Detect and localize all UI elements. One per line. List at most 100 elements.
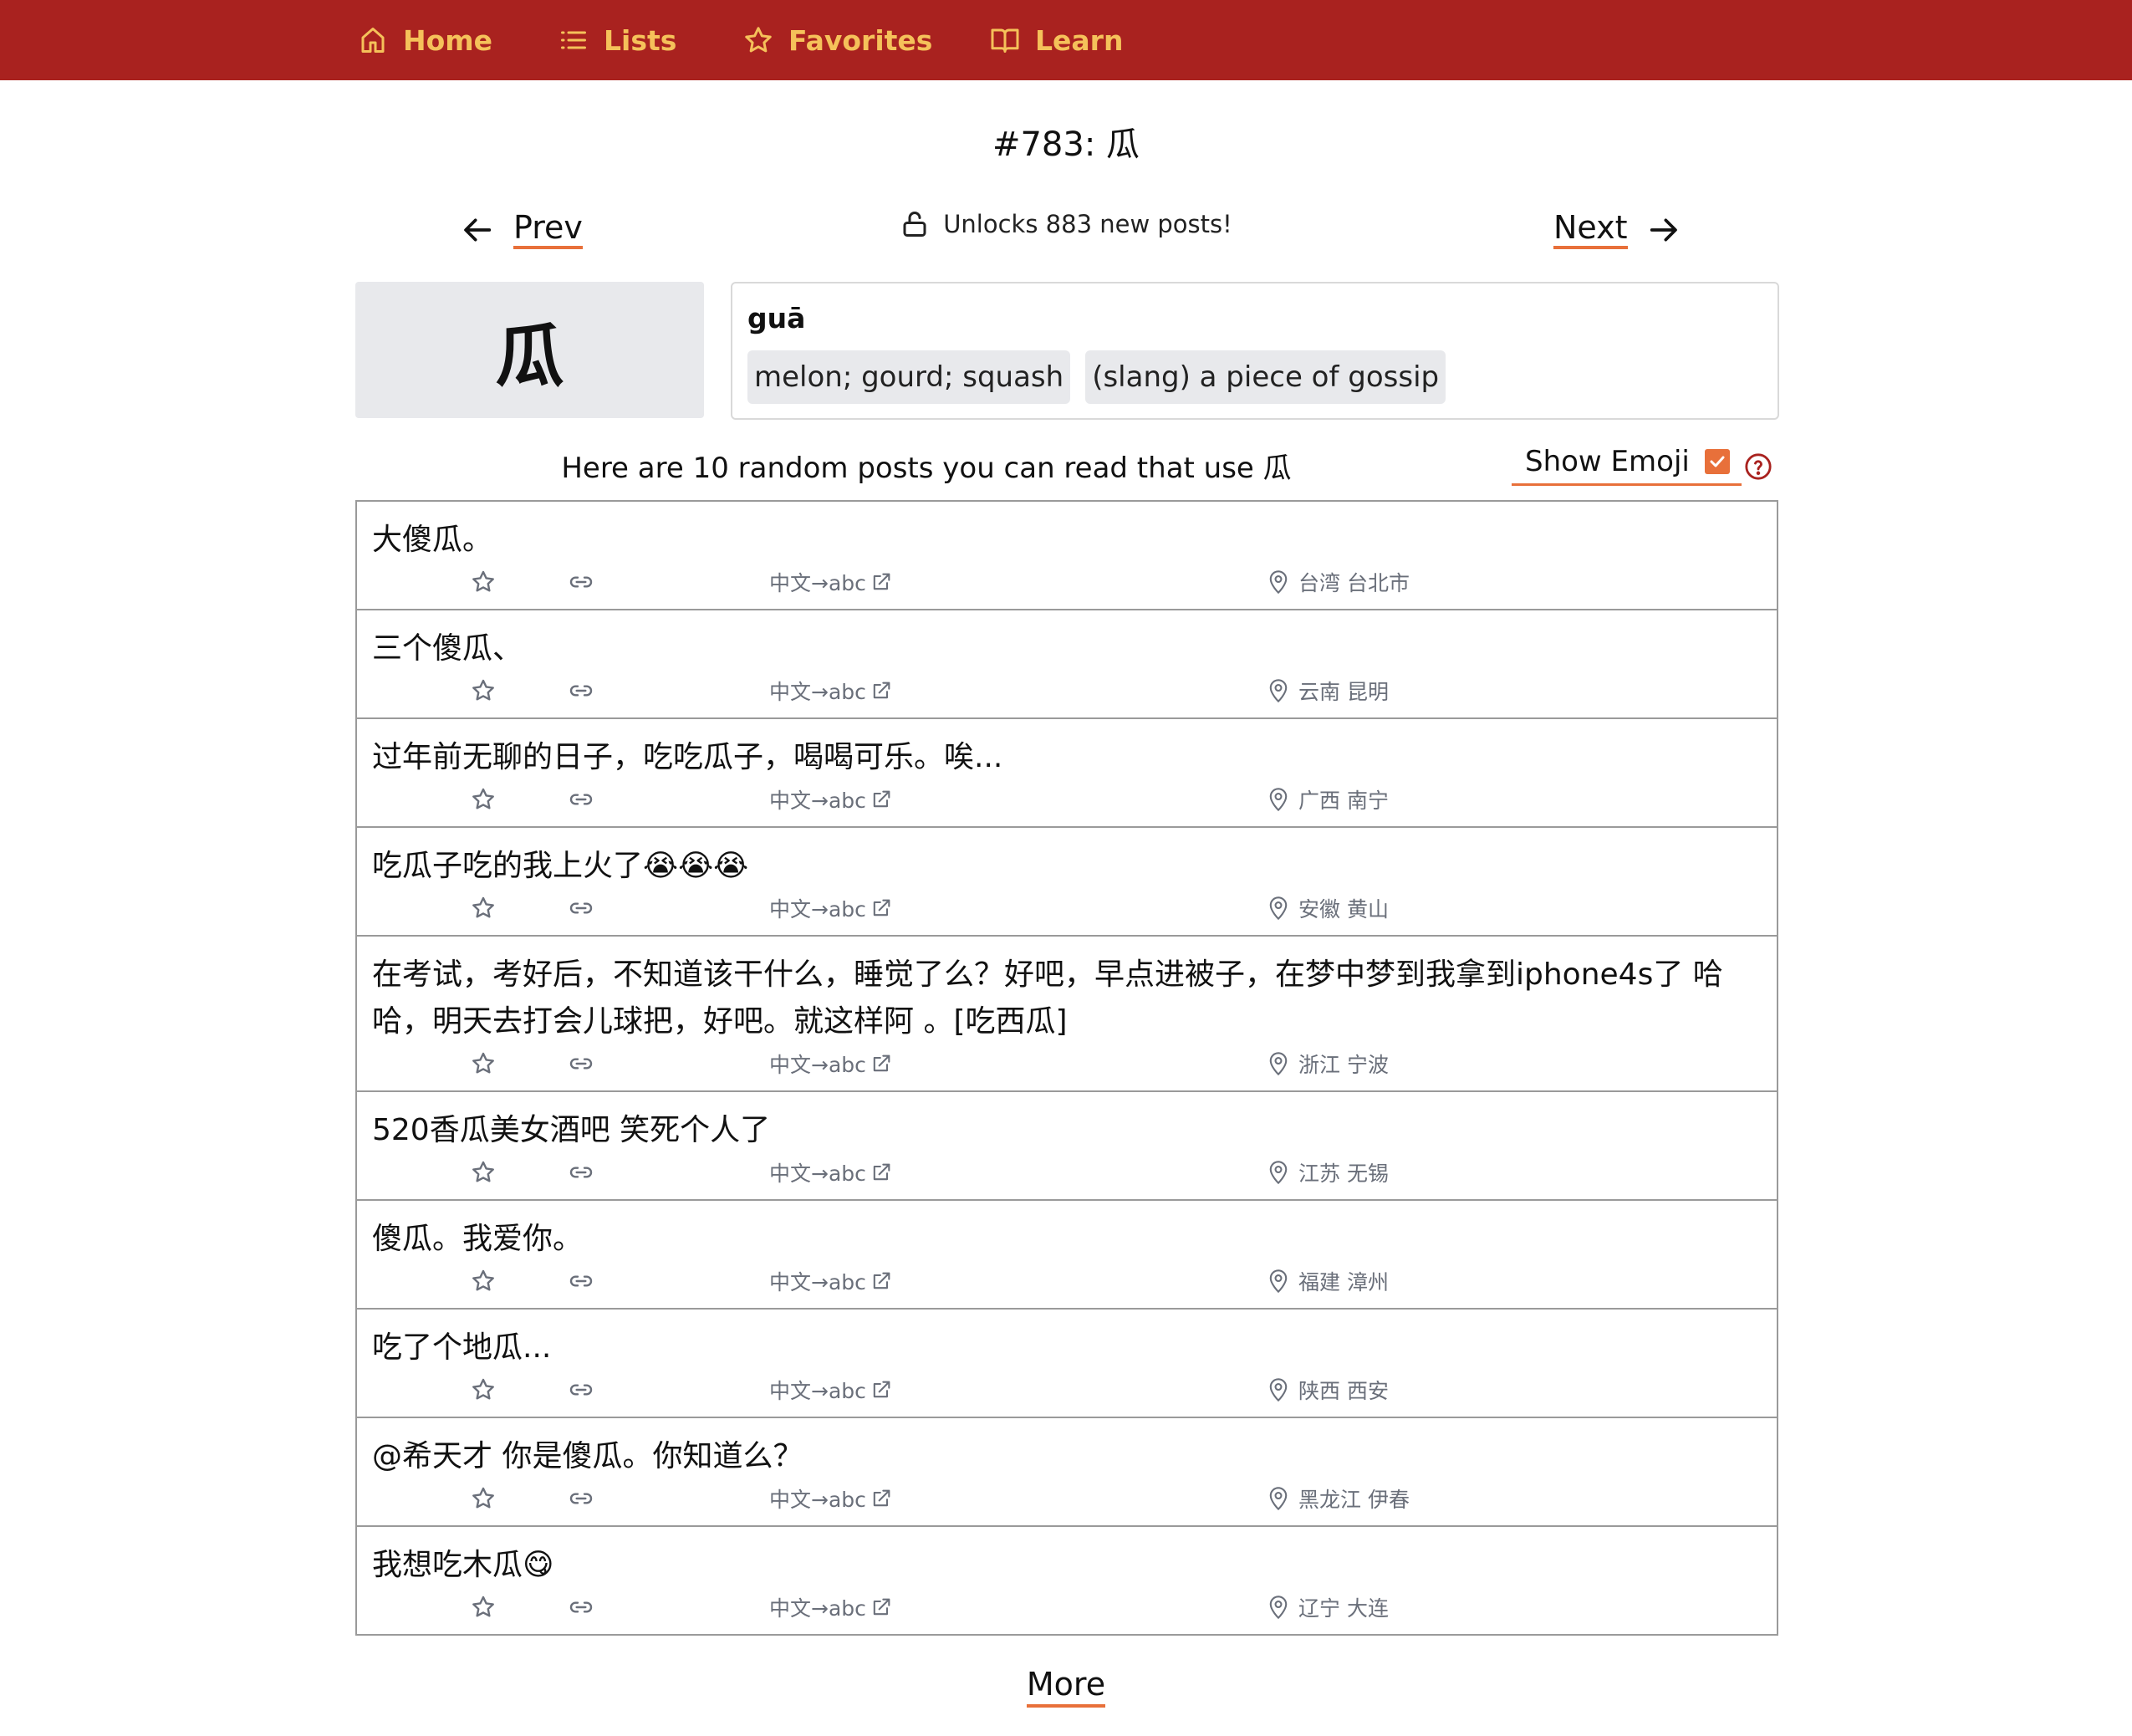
link-icon[interactable]: [568, 1594, 594, 1621]
book-icon: [991, 28, 1019, 53]
translate-link[interactable]: 中文→abc: [769, 1266, 893, 1296]
post-meta: 中文→abc 陕西 西安: [357, 1376, 1777, 1405]
post-text: 在考试，考好后，不知道该干什么，睡觉了么？好吧，早点进被子，在梦中梦到我拿到ip…: [372, 957, 1723, 1039]
post-location: 辽宁 大连: [1267, 1592, 1389, 1622]
favorite-star-icon[interactable]: [470, 677, 497, 704]
link-icon[interactable]: [568, 1268, 594, 1294]
translate-link[interactable]: 中文→abc: [769, 1375, 893, 1405]
translate-label: 中文→abc: [769, 1162, 866, 1186]
star-icon: [745, 27, 772, 53]
location-pin-icon: [1269, 896, 1288, 921]
translate-link[interactable]: 中文→abc: [769, 1049, 893, 1079]
link-icon[interactable]: [568, 1159, 594, 1186]
post-text: 吃了个地瓜...: [372, 1330, 552, 1365]
external-link-icon: [873, 1054, 890, 1072]
post-meta: 中文→abc 福建 漳州: [357, 1268, 1777, 1296]
nav-home[interactable]: Home: [358, 0, 492, 80]
more-container: More: [0, 1666, 2132, 1708]
favorite-star-icon[interactable]: [470, 1485, 497, 1512]
nav-learn[interactable]: Learn: [990, 0, 1123, 80]
translate-label: 中文→abc: [769, 571, 866, 595]
nav-lists[interactable]: Lists: [559, 0, 676, 80]
favorite-star-icon[interactable]: [470, 1594, 497, 1621]
location-text: 台湾 台北市: [1298, 571, 1410, 595]
link-icon[interactable]: [568, 1485, 594, 1512]
favorite-star-icon[interactable]: [470, 895, 497, 922]
list-icon: [561, 31, 586, 49]
location-pin-icon: [1269, 1052, 1288, 1076]
translate-link[interactable]: 中文→abc: [769, 784, 893, 814]
translate-label: 中文→abc: [769, 1379, 866, 1403]
translate-link[interactable]: 中文→abc: [769, 567, 893, 597]
character-display: 瓜: [355, 282, 704, 418]
home-icon: [361, 28, 385, 53]
location-text: 江苏 无锡: [1298, 1162, 1389, 1186]
more-button[interactable]: More: [1026, 1666, 1106, 1708]
translate-label: 中文→abc: [769, 1488, 866, 1512]
favorite-star-icon[interactable]: [470, 786, 497, 813]
link-icon[interactable]: [568, 1050, 594, 1077]
translate-label: 中文→abc: [769, 1270, 866, 1294]
link-icon[interactable]: [568, 786, 594, 813]
post-location: 浙江 宁波: [1267, 1049, 1389, 1079]
post-meta: 中文→abc 台湾 台北市: [357, 569, 1777, 597]
link-icon[interactable]: [568, 1376, 594, 1403]
external-link-icon: [873, 1163, 890, 1181]
pinyin: guā: [747, 302, 806, 334]
location-text: 云南 昆明: [1298, 680, 1389, 704]
post-location: 黑龙江 伊春: [1267, 1483, 1410, 1514]
location-pin-icon: [1269, 1378, 1288, 1402]
post-row: 三个傻瓜、中文→abc 云南 昆明: [357, 610, 1777, 719]
favorite-star-icon[interactable]: [470, 1268, 497, 1294]
link-icon[interactable]: [568, 895, 594, 922]
favorite-star-icon[interactable]: [470, 1050, 497, 1077]
translate-link[interactable]: 中文→abc: [769, 1483, 893, 1514]
post-text: 我想吃木瓜😋: [372, 1548, 554, 1582]
nav-favorites[interactable]: Favorites: [743, 0, 932, 80]
location-text: 安徽 黄山: [1298, 897, 1389, 922]
translate-label: 中文→abc: [769, 680, 866, 704]
external-link-icon: [873, 1381, 890, 1398]
next-button[interactable]: Next: [1553, 205, 1680, 255]
show-emoji-checkbox[interactable]: [1704, 449, 1730, 474]
post-meta: 中文→abc 江苏 无锡: [357, 1159, 1777, 1187]
location-pin-icon: [1269, 1487, 1288, 1511]
translate-link[interactable]: 中文→abc: [769, 676, 893, 706]
location-text: 浙江 宁波: [1298, 1053, 1389, 1077]
unlock-text: Unlocks 883 new posts!: [943, 210, 1232, 238]
post-text: 520香瓜美女酒吧 笑死个人了: [372, 1113, 771, 1147]
definition-tag: melon; gourd; squash: [747, 350, 1071, 404]
post-location: 安徽 黄山: [1267, 893, 1389, 923]
post-meta: 中文→abc 黑龙江 伊春: [357, 1485, 1777, 1514]
location-pin-icon: [1269, 679, 1288, 703]
post-text: 傻瓜。我爱你。: [372, 1222, 584, 1256]
favorite-star-icon[interactable]: [470, 1159, 497, 1186]
external-link-icon: [873, 1489, 890, 1507]
posts-list: 大傻瓜。 中文→abc 台湾 台北市 三个傻瓜、 中文→abc 云南 昆明 过年前无聊的日子…: [355, 500, 1778, 1636]
post-text: 大傻瓜。: [372, 523, 493, 557]
favorite-star-icon[interactable]: [470, 569, 497, 595]
favorite-star-icon[interactable]: [470, 1376, 497, 1403]
external-link-icon: [873, 1598, 890, 1616]
post-text: @希天才 你是傻瓜。你知道么？: [372, 1439, 803, 1473]
translate-link[interactable]: 中文→abc: [769, 1157, 893, 1187]
translate-link[interactable]: 中文→abc: [769, 893, 893, 923]
post-meta: 中文→abc 云南 昆明: [357, 677, 1777, 706]
location-pin-icon: [1269, 1161, 1288, 1185]
page-title: #783: 瓜: [992, 125, 1140, 164]
link-icon[interactable]: [568, 677, 594, 704]
post-row: 在考试，考好后，不知道该干什么，睡觉了么？好吧，早点进被子，在梦中梦到我拿到ip…: [357, 937, 1777, 1092]
post-text: 三个傻瓜、: [372, 631, 523, 666]
link-icon[interactable]: [568, 569, 594, 595]
location-pin-icon: [1269, 570, 1288, 595]
post-row: 过年前无聊的日子，吃吃瓜子，喝喝可乐。唉... 中文→abc 广西 南宁: [357, 719, 1777, 828]
post-location: 福建 漳州: [1267, 1266, 1389, 1296]
help-icon[interactable]: [1744, 452, 1772, 481]
translate-link[interactable]: 中文→abc: [769, 1592, 893, 1622]
post-location: 陕西 西安: [1267, 1375, 1389, 1405]
show-emoji-toggle[interactable]: Show Emoji: [1512, 445, 1742, 486]
nav-home-label: Home: [403, 23, 493, 57]
location-pin-icon: [1269, 1269, 1288, 1294]
arrow-right-icon: [1650, 218, 1677, 242]
nav-favorites-label: Favorites: [788, 23, 933, 57]
